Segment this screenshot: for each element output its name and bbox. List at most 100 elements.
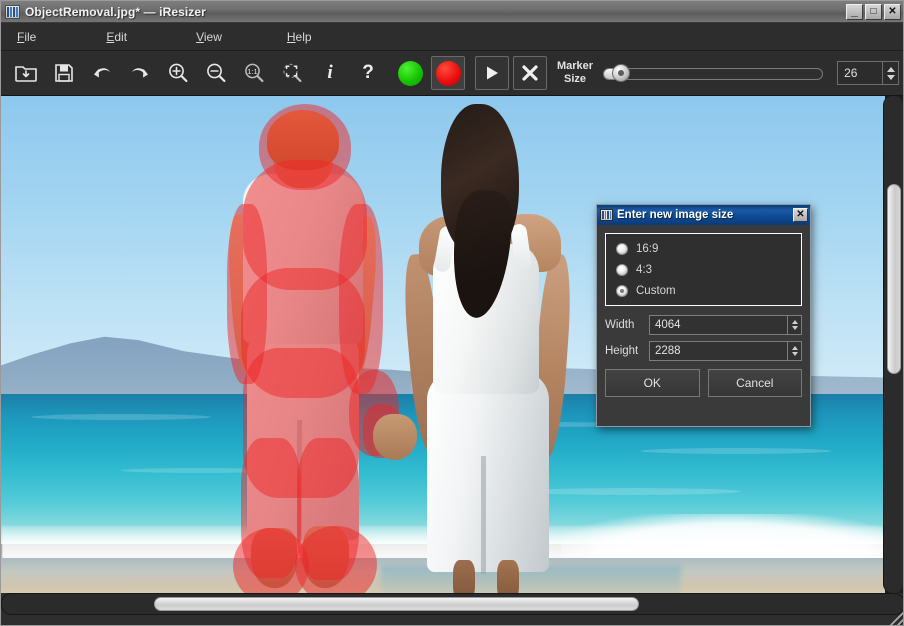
zoom-in-icon [167, 62, 189, 84]
open-icon [15, 63, 37, 83]
width-stepper[interactable] [787, 316, 801, 334]
dialog-buttons: OK Cancel [605, 369, 802, 397]
dialog-app-icon [600, 209, 613, 221]
play-icon [482, 63, 502, 83]
help-icon: ? [362, 62, 374, 83]
menu-item-file[interactable]: File [9, 26, 44, 48]
menu-item-help[interactable]: Help [279, 26, 320, 48]
width-stepper-down-icon[interactable] [791, 326, 798, 330]
vertical-scroll-thumb[interactable] [887, 184, 901, 374]
radio-icon[interactable] [616, 264, 628, 276]
info-button[interactable]: i [313, 56, 347, 90]
svg-text:1:1: 1:1 [247, 67, 257, 76]
zoom-fit-icon [281, 62, 303, 84]
minimize-button[interactable]: _ [846, 3, 863, 20]
cancel-button[interactable]: Cancel [707, 369, 802, 397]
clear-markers-button[interactable] [513, 56, 547, 90]
marker-size-slider[interactable] [603, 64, 824, 82]
status-bar [1, 612, 903, 625]
menu-file-rest: ile [24, 29, 37, 44]
zoom-in-button[interactable] [161, 56, 195, 90]
marker-size-stepper[interactable]: 26 [837, 61, 900, 85]
stepper-down-icon[interactable] [886, 74, 895, 80]
dialog-title: Enter new image size [617, 209, 734, 221]
save-icon [54, 63, 74, 83]
man-right-foot [303, 526, 349, 588]
marker-size-value[interactable]: 26 [838, 66, 882, 80]
zoom-fit-button[interactable] [275, 56, 309, 90]
radio-label: 16:9 [636, 243, 659, 255]
height-label: Height [605, 345, 639, 357]
radio-icon[interactable] [616, 285, 628, 297]
radio-icon[interactable] [616, 243, 628, 255]
height-stepper-up-icon[interactable] [791, 346, 798, 350]
redo-button[interactable] [123, 56, 157, 90]
menu-view-mnemonic: V [196, 29, 204, 44]
menu-edit-rest: dit [114, 29, 128, 44]
woman-left-leg [453, 560, 475, 593]
menu-view-rest: iew [203, 29, 222, 44]
menu-bar: File Edit View Help [1, 23, 903, 51]
woman-pants [427, 372, 549, 572]
height-stepper[interactable] [787, 342, 801, 360]
clear-icon [520, 63, 540, 83]
toolbar: 1:1 i ? Marker Size 26 [1, 51, 903, 96]
height-field[interactable]: 2288 [649, 341, 802, 361]
width-value[interactable]: 4064 [650, 319, 787, 331]
width-row: Width 4064 [605, 315, 802, 335]
radio-option-custom[interactable]: Custom [616, 285, 791, 297]
radio-label: 4:3 [636, 264, 652, 276]
radio-option-4-3[interactable]: 4:3 [616, 264, 791, 276]
menu-item-view[interactable]: View [188, 26, 230, 48]
ok-button[interactable]: OK [605, 369, 700, 397]
enter-new-image-size-dialog: Enter new image size ✕ 16:9 4:3 Custom W… [596, 204, 811, 427]
green-marker-button[interactable] [393, 56, 427, 90]
undo-button[interactable] [85, 56, 119, 90]
marker-size-arrows[interactable] [882, 62, 898, 84]
stepper-up-icon[interactable] [886, 66, 895, 72]
marker-size-label-line1: Marker [557, 60, 594, 72]
resize-grip[interactable] [890, 612, 903, 625]
man-pants-seam [297, 420, 302, 542]
dialog-title-bar: Enter new image size ✕ [597, 205, 810, 225]
radio-option-16-9[interactable]: 16:9 [616, 243, 791, 255]
sea-highlight [641, 448, 831, 454]
horizontal-scrollbar[interactable] [1, 593, 903, 615]
maximize-button[interactable]: □ [865, 3, 882, 20]
width-field[interactable]: 4064 [649, 315, 802, 335]
menu-help-rest: elp [295, 29, 312, 44]
close-button[interactable]: ✕ [884, 3, 901, 20]
person-man-masked [221, 104, 401, 593]
slider-knob[interactable] [612, 64, 631, 82]
run-button[interactable] [475, 56, 509, 90]
zoom-actual-button[interactable]: 1:1 [237, 56, 271, 90]
app-window: ObjectRemoval.jpg* — iResizer _ □ ✕ File… [0, 0, 904, 626]
slider-track[interactable] [603, 68, 824, 80]
help-button[interactable]: ? [351, 56, 385, 90]
marker-size-label-line2: Size [564, 73, 587, 85]
horizontal-scroll-thumb[interactable] [154, 597, 639, 611]
man-pants [247, 330, 359, 540]
width-label: Width [605, 319, 635, 331]
dialog-close-button[interactable]: ✕ [793, 208, 808, 222]
menu-item-edit[interactable]: Edit [98, 26, 135, 48]
vertical-scrollbar[interactable] [883, 96, 903, 593]
window-controls: _ □ ✕ [846, 3, 901, 20]
height-value[interactable]: 2288 [650, 345, 787, 357]
radio-label: Custom [636, 285, 676, 297]
open-button[interactable] [9, 56, 43, 90]
width-stepper-up-icon[interactable] [791, 320, 798, 324]
height-stepper-down-icon[interactable] [791, 352, 798, 356]
height-row: Height 2288 [605, 341, 802, 361]
zoom-out-button[interactable] [199, 56, 233, 90]
title-bar: ObjectRemoval.jpg* — iResizer _ □ ✕ [1, 1, 903, 23]
woman-right-leg [497, 560, 519, 593]
undo-icon [91, 63, 113, 83]
marker-size-label: Marker Size [557, 60, 593, 86]
window-title: ObjectRemoval.jpg* — iResizer [25, 4, 206, 19]
info-icon: i [327, 62, 333, 83]
man-left-foot [251, 528, 297, 588]
woman-pants-seam [481, 456, 486, 574]
save-button[interactable] [47, 56, 81, 90]
red-marker-button[interactable] [431, 56, 465, 90]
